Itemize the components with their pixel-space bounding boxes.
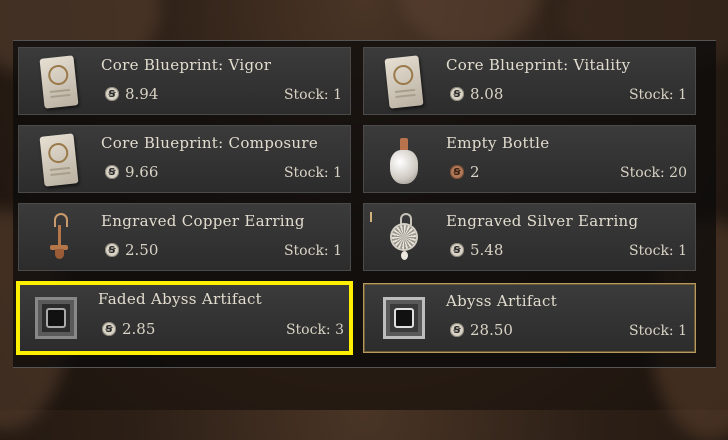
item-stock: Stock: 1 (628, 87, 687, 103)
item-stock: Stock: 1 (283, 87, 342, 103)
item-stock: Stock: 20 (620, 165, 687, 181)
silver-coin-icon: Ꞩ (105, 243, 119, 257)
silver-coin-icon: Ꞩ (450, 323, 464, 337)
blueprint-icon (33, 132, 85, 188)
blueprint-icon (378, 54, 430, 110)
silver-coin-icon: Ꞩ (450, 87, 464, 101)
shop-item-empty-bottle[interactable]: Empty Bottle Ꞩ 2 Stock: 20 (363, 125, 696, 193)
shop-item-engraved-silver-earring[interactable]: Engraved Silver Earring Ꞩ 5.48 Stock: 1 (363, 203, 696, 271)
shop-item-core-blueprint-vigor[interactable]: Core Blueprint: Vigor Ꞩ 8.94 Stock: 1 (18, 47, 351, 115)
item-stock: Stock: 1 (283, 243, 342, 259)
abyss-artifact-icon (378, 290, 430, 346)
item-stock: Stock: 1 (628, 243, 687, 259)
item-price: 28.50 (470, 321, 513, 339)
item-name: Faded Abyss Artifact (98, 290, 263, 308)
silver-coin-icon: Ꞩ (105, 87, 119, 101)
blueprint-icon (33, 54, 85, 110)
item-name: Core Blueprint: Vigor (101, 56, 272, 74)
item-name: Core Blueprint: Composure (101, 134, 319, 152)
item-price: 2.85 (122, 320, 156, 338)
item-price: 5.48 (470, 241, 504, 259)
item-price: 2.50 (125, 241, 159, 259)
item-price: 9.66 (125, 163, 159, 181)
copper-coin-icon: Ꞩ (450, 165, 464, 179)
silver-coin-icon: Ꞩ (105, 165, 119, 179)
shop-item-core-blueprint-composure[interactable]: Core Blueprint: Composure Ꞩ 9.66 Stock: … (18, 125, 351, 193)
item-name: Engraved Silver Earring (446, 212, 639, 230)
item-name: Core Blueprint: Vitality (446, 56, 631, 74)
item-stock: Stock: 3 (285, 322, 344, 338)
silver-coin-icon: Ꞩ (102, 322, 116, 336)
shop-item-core-blueprint-vitality[interactable]: Core Blueprint: Vitality Ꞩ 8.08 Stock: 1 (363, 47, 696, 115)
copper-earring-icon (33, 210, 85, 266)
silver-earring-icon (378, 210, 430, 266)
shop-item-grid: Core Blueprint: Vigor Ꞩ 8.94 Stock: 1 Co… (13, 40, 716, 368)
new-marker (370, 212, 372, 222)
faded-abyss-artifact-icon (30, 290, 82, 346)
item-price: 8.08 (470, 85, 504, 103)
item-name: Empty Bottle (446, 134, 550, 152)
shop-item-faded-abyss-artifact[interactable]: Faded Abyss Artifact Ꞩ 2.85 Stock: 3 (16, 281, 353, 355)
item-price: 2 (470, 163, 480, 181)
item-name: Abyss Artifact (446, 292, 558, 310)
item-name: Engraved Copper Earring (101, 212, 305, 230)
item-stock: Stock: 1 (628, 323, 687, 339)
item-stock: Stock: 1 (283, 165, 342, 181)
silver-coin-icon: Ꞩ (450, 243, 464, 257)
item-price: 8.94 (125, 85, 159, 103)
shop-item-engraved-copper-earring[interactable]: Engraved Copper Earring Ꞩ 2.50 Stock: 1 (18, 203, 351, 271)
shop-item-abyss-artifact[interactable]: Abyss Artifact Ꞩ 28.50 Stock: 1 (363, 283, 696, 353)
bottle-icon (378, 132, 430, 188)
